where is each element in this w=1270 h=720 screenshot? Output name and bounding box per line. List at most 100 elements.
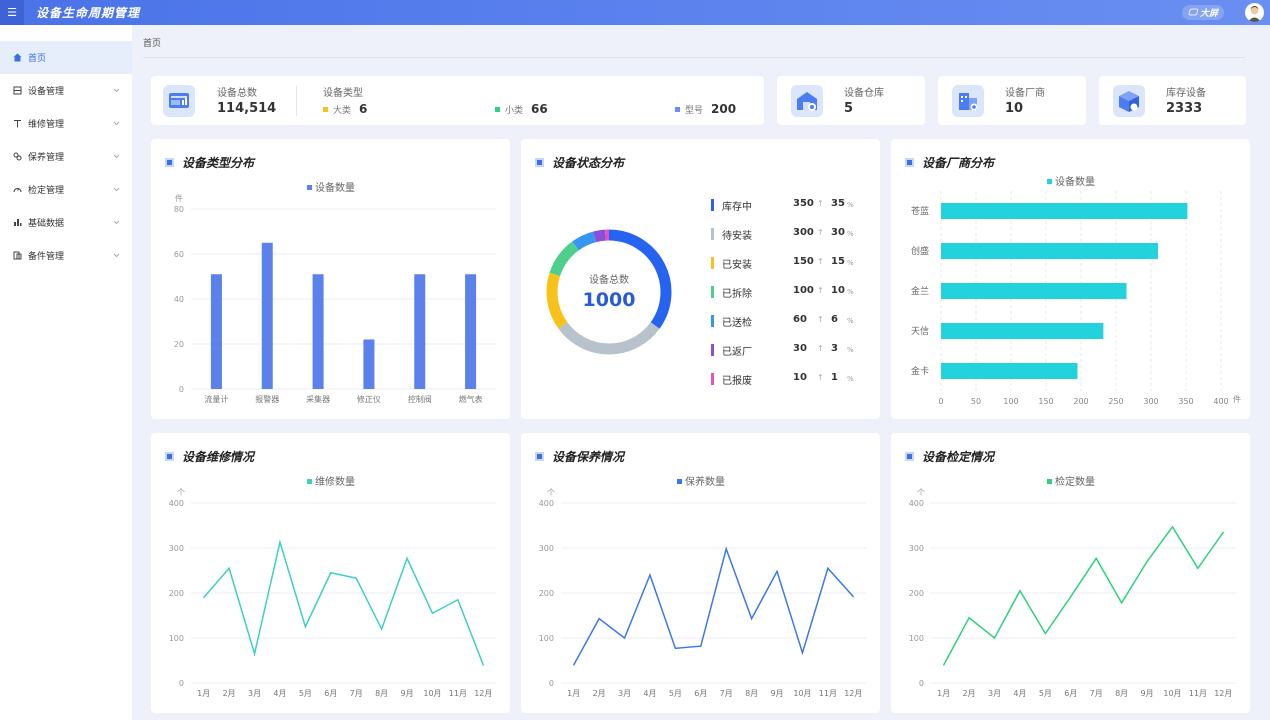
donut-center-value: 1000 — [583, 289, 636, 311]
y-tick-label: 100 — [169, 634, 184, 643]
y-tick-label: 300 — [909, 544, 924, 553]
data-point — [751, 618, 753, 620]
x-tick-label: 修正仪 — [357, 394, 381, 404]
sidebar-item-repair[interactable]: 维修管理 — [0, 107, 132, 140]
sidebar-item-label: 保养管理 — [28, 153, 65, 163]
status-name: 已返厂 — [722, 347, 752, 358]
sidebar-item-parts[interactable]: 备件管理 — [0, 239, 132, 272]
x-tick-label: 2月 — [593, 689, 606, 698]
bar — [261, 242, 273, 389]
x-tick-label: 5月 — [669, 689, 682, 698]
chevron-down-icon — [113, 251, 120, 261]
chevron-down-icon — [113, 152, 120, 162]
status-name: 已安装 — [722, 260, 752, 271]
stat-type-model: 型号 200 — [675, 102, 736, 116]
y-axis-unit: 个 — [547, 488, 555, 497]
stat-type-small-label: 小类 — [505, 105, 524, 116]
series-line — [203, 539, 484, 666]
stat-warehouse-label: 设备仓库 — [844, 88, 884, 99]
wrench-icon — [12, 119, 22, 129]
divider — [143, 57, 1245, 58]
sidebar-item-device[interactable]: 设备管理 — [0, 74, 132, 107]
data-point — [674, 647, 676, 649]
data-point — [852, 596, 854, 598]
chevron-down-icon — [113, 86, 120, 96]
parts-icon — [12, 251, 22, 261]
stat-card-total: 设备总数 114,514 设备类型 大类 6 小类 66 型号 200 — [151, 76, 764, 125]
gauge-icon — [12, 185, 22, 195]
x-tick-label: 8月 — [375, 689, 388, 698]
x-tick-label: 8月 — [745, 689, 758, 698]
x-tick-label: 6月 — [1064, 689, 1077, 698]
x-tick-label: 燃气表 — [459, 394, 483, 404]
data-point — [801, 652, 804, 654]
x-tick-label: 6月 — [694, 689, 707, 698]
data-point — [573, 664, 575, 666]
stat-types-label: 设备类型 — [323, 88, 363, 99]
panel-status-distribution: 设备状态分布 设备总数 1000 库存中 350 ↑ 35% 待安装 300 ↑ 30% 已安装 1… — [521, 139, 880, 419]
stat-type-big-value: 6 — [359, 102, 368, 116]
data-point — [330, 572, 332, 574]
up-arrow-icon: ↑ — [817, 373, 824, 382]
bigscreen-button[interactable]: 🖵 大屏 — [1182, 5, 1224, 20]
menu-toggle-icon[interactable]: ☰ — [0, 0, 24, 25]
sidebar-item-home[interactable]: 首页 — [0, 41, 132, 74]
data-point — [1197, 567, 1199, 569]
sidebar-item-basic-data[interactable]: 基础数据 — [0, 206, 132, 239]
status-percent: 3 — [831, 343, 838, 354]
x-tick-label: 4月 — [273, 689, 286, 698]
stat-card-warehouse: 设备仓库 5 — [777, 76, 925, 125]
x-tick-label: 2月 — [223, 689, 236, 698]
x-tick-label: 流量计 — [204, 394, 228, 404]
y-tick-label: 0 — [549, 679, 554, 688]
up-arrow-icon: ↑ — [817, 286, 824, 295]
data-point — [700, 645, 702, 647]
x-tick-label: 400 — [1213, 397, 1228, 406]
x-tick-label: 12月 — [474, 689, 492, 698]
data-point — [381, 628, 383, 630]
device-icon — [12, 86, 22, 96]
sidebar-item-label: 维修管理 — [28, 120, 65, 130]
sidebar-item-label: 首页 — [28, 54, 47, 64]
x-tick-label: 11月 — [819, 689, 837, 698]
avatar[interactable] — [1245, 3, 1264, 22]
y-tick-label: 200 — [539, 589, 554, 598]
status-percent: 35 — [831, 198, 845, 209]
data-point — [827, 567, 829, 569]
status-donut-chart: 设备总数 1000 — [546, 229, 672, 355]
donut-slice — [593, 229, 606, 243]
data-point — [776, 570, 778, 572]
x-tick-label: 1月 — [197, 689, 210, 698]
bar — [941, 363, 1078, 379]
x-tick-label: 11月 — [1189, 689, 1207, 698]
sidebar-item-calibration[interactable]: 检定管理 — [0, 173, 132, 206]
up-arrow-icon: ↑ — [817, 228, 824, 237]
x-tick-label: 5月 — [299, 689, 312, 698]
stat-total-label: 设备总数 — [217, 88, 257, 99]
panel-vendor-distribution: 设备厂商分布 设备数量 0 50 100 150 200 250 300 350 400 件苍蓝 创盛… — [891, 139, 1250, 419]
y-tick-label: 0 — [919, 679, 924, 688]
percent-sign: % — [847, 375, 854, 383]
up-arrow-icon: ↑ — [817, 199, 824, 208]
data-point — [1222, 531, 1224, 533]
data-point — [406, 557, 408, 559]
x-tick-label: 4月 — [643, 689, 656, 698]
x-tick-label: 300 — [1143, 397, 1158, 406]
percent-sign: % — [847, 346, 854, 354]
stat-stock-label: 库存设备 — [1166, 88, 1206, 99]
legend-color-bar — [711, 286, 714, 298]
sidebar-item-maintenance[interactable]: 保养管理 — [0, 140, 132, 173]
type-bar-chart: 设备数量件 0 20 40 60 80 流量计 报警器 采集器 修正仪 控制阀 燃气表 — [174, 181, 496, 404]
bar — [941, 203, 1188, 219]
data-point — [1044, 632, 1046, 635]
legend-label: 维修数量 — [315, 475, 355, 488]
donut-center-label: 设备总数 — [589, 273, 629, 286]
status-count: 350 — [793, 198, 814, 209]
y-tick-label: 苍蓝 — [911, 205, 929, 217]
chevron-down-icon — [113, 119, 120, 129]
x-tick-label: 350 — [1178, 397, 1193, 406]
bar — [941, 323, 1104, 339]
stat-warehouse-value: 5 — [844, 101, 854, 116]
x-tick-label: 1月 — [567, 689, 580, 698]
status-percent: 6 — [831, 314, 838, 325]
